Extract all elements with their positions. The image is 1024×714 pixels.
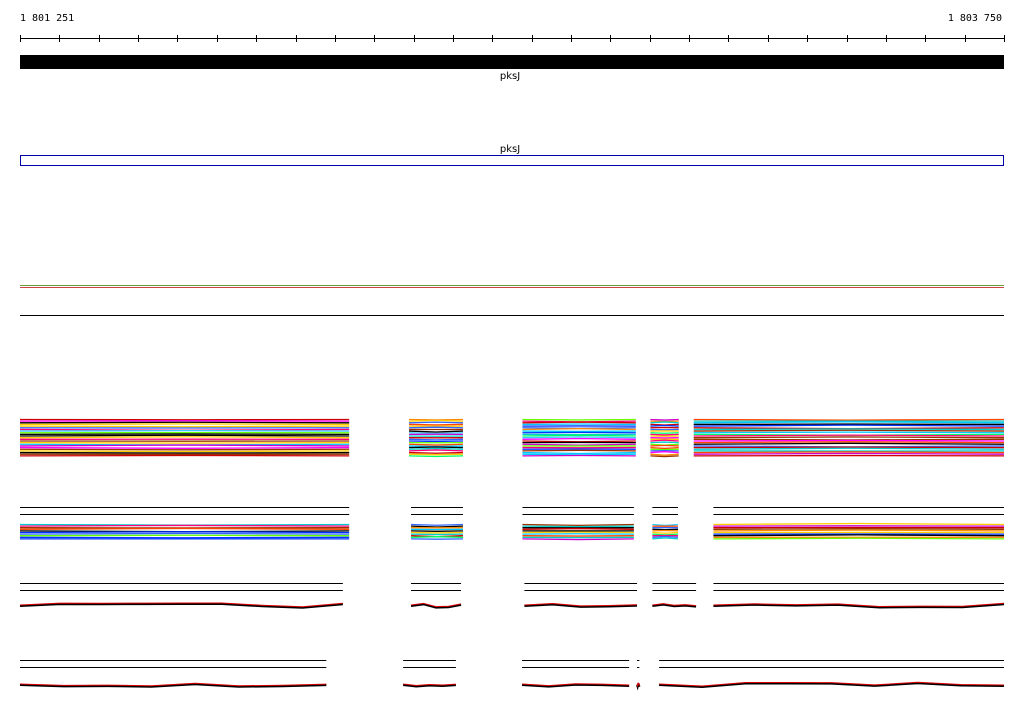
alignment-stack-row1: [522, 451, 636, 455]
alignment-stack-row1: [19, 444, 350, 447]
alignment-stack-row1: [693, 421, 1005, 424]
alignment-stack-row2: [713, 534, 1005, 537]
alignment-stack-row2: [19, 527, 350, 530]
alignment-stack-row1: [650, 455, 679, 458]
alignment-stack-row1: [650, 451, 679, 454]
alignment-stack-row2: [410, 523, 463, 526]
alignment-stack-row1: [650, 418, 679, 421]
alignment-stack-row2: [652, 535, 679, 538]
alignment-stack-row1: [650, 421, 679, 424]
alignment-stack-row2: [19, 531, 350, 534]
alignment-stack-row2: [522, 525, 634, 528]
alignment-stack-row1: [522, 421, 636, 424]
alignment-stack-row1: [522, 427, 636, 431]
transcript-feature-box: [20, 155, 1004, 166]
alignment-stack-row1: [409, 419, 463, 422]
alignment-stack-row1: [19, 421, 350, 424]
alignment-stack-row1: [693, 441, 1005, 444]
alignment-stack-row2: [652, 533, 679, 536]
alignment-stack-row1: [409, 449, 463, 452]
alignment-stack-row1: [409, 443, 463, 446]
alignment-stack-row1: [409, 421, 463, 424]
alignment-stack-row1: [693, 431, 1005, 434]
alignment-stack-row2: [410, 525, 463, 528]
alignment-stack-row2: [19, 532, 350, 535]
alignment-stack-row1: [409, 440, 463, 443]
alignment-stack-row1: [650, 453, 679, 456]
alignment-stack-row2: [652, 531, 679, 534]
alignment-stack-row1: [19, 446, 350, 449]
alignment-stack-row1: [693, 418, 1005, 421]
alignment-stack-row2: [713, 528, 1005, 530]
alignment-stack-row1: [650, 424, 679, 427]
alignment-stack-row1: [693, 451, 1005, 454]
alignment-stack-row1: [650, 433, 679, 436]
alignment-stack-row1: [19, 436, 350, 439]
alignment-stack-row1: [19, 425, 350, 428]
alignment-stack-row1: [409, 426, 463, 429]
alignment-stack-row1: [522, 449, 636, 452]
alignment-stack-row1: [19, 423, 350, 426]
alignment-stack-row1: [650, 439, 679, 442]
alignment-stack-row2: [522, 527, 634, 530]
alignment-stack-row1: [522, 434, 636, 437]
alignment-stack-row1: [409, 430, 464, 433]
alignment-stack-row1: [650, 444, 679, 447]
alignment-stack-row2: [19, 524, 350, 527]
alignment-stack-row1: [522, 443, 636, 446]
alignment-stack-row2: [652, 523, 679, 527]
alignment-stack-row1: [409, 432, 463, 435]
alignment-stack-row1: [650, 441, 679, 444]
alignment-stack-row1: [693, 424, 1005, 427]
alignment-stack-row1: [522, 437, 636, 440]
alignment-trace-row3-black: [410, 603, 462, 609]
alignment-stack-row1: [693, 439, 1005, 442]
alignment-stack-row1: [19, 434, 350, 437]
alignment-stack-row1: [693, 452, 1005, 455]
alignment-stack-row1: [409, 451, 463, 454]
gene-feature-bar: [20, 55, 1004, 69]
alignment-stack-row2: [713, 522, 1005, 526]
alignment-stack-row1: [19, 451, 350, 454]
alignment-stack-row1: [693, 436, 1005, 439]
alignment-stack-row1: [650, 432, 679, 434]
alignment-stack-row1: [693, 438, 1005, 441]
alignment-stack-row1: [409, 455, 463, 458]
alignment-stack-row1: [409, 446, 463, 449]
alignment-stack-row2: [522, 523, 634, 527]
alignment-stack-row1: [19, 450, 350, 453]
alignment-stack-row2: [522, 538, 634, 541]
alignment-stack-row2: [652, 537, 679, 540]
alignment-trace-row3-black: [19, 603, 343, 609]
alignment-stack-row1: [650, 446, 679, 450]
alignment-stack-row1: [693, 447, 1005, 450]
alignment-stack-row1: [409, 438, 463, 441]
alignment-stack-row1: [693, 442, 1005, 445]
genome-browser-tracks: [19, 35, 1005, 691]
alignment-stack-row1: [409, 447, 463, 450]
alignment-stack-row2: [713, 537, 1005, 540]
alignment-stack-row2: [410, 536, 463, 538]
alignment-stack-row1: [19, 448, 350, 451]
alignment-stack-row1: [522, 436, 636, 439]
alignment-stack-row2: [713, 529, 1005, 532]
alignment-stack-row1: [522, 453, 636, 456]
alignment-stack-row1: [693, 429, 1005, 432]
alignment-stack-row1: [522, 440, 636, 443]
alignment-stack-row1: [693, 428, 1005, 431]
